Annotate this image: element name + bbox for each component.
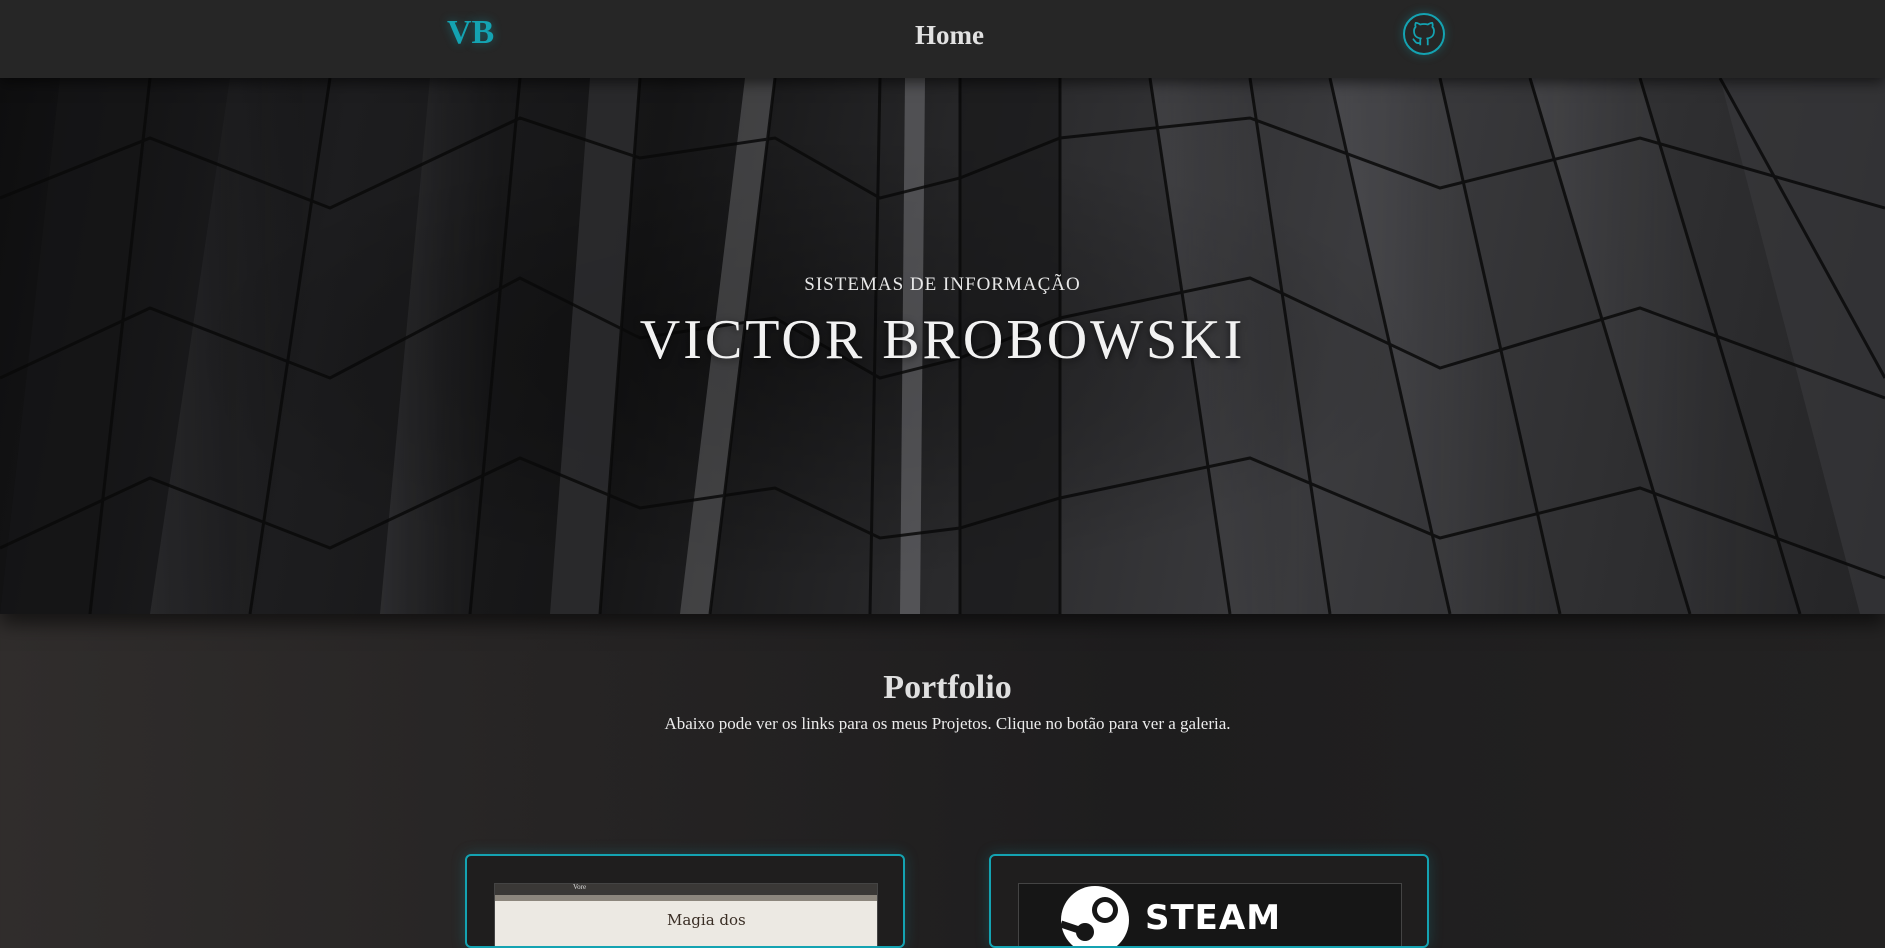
project-thumbnail: STEAM — [1018, 883, 1402, 946]
hero-subtitle: SISTEMAS DE INFORMAÇÃO — [804, 274, 1081, 295]
thumbnail-heading: Magia dos — [667, 911, 746, 929]
github-link[interactable] — [1403, 13, 1445, 55]
steam-logo-icon — [1059, 886, 1129, 946]
logo-link[interactable]: VB — [447, 14, 494, 52]
portfolio-heading: Portfolio — [883, 669, 1012, 706]
project-thumbnail: Vore Magia dos — [494, 883, 878, 946]
hero-title: VICTOR BROBOWSKI — [639, 309, 1246, 371]
thumbnail-site-name: Vore — [573, 883, 587, 891]
hero-banner: SISTEMAS DE INFORMAÇÃO VICTOR BROBOWSKI — [0, 78, 1885, 614]
portfolio-description: Abaixo pode ver os links para os meus Pr… — [664, 714, 1231, 733]
github-icon — [1412, 21, 1435, 46]
steam-wordmark: STEAM — [1145, 898, 1282, 938]
nav-home-link[interactable]: Home — [915, 20, 984, 51]
thumbnail-navbar — [495, 884, 877, 895]
project-card-magia[interactable]: Vore Magia dos — [465, 854, 905, 948]
thumbnail-subbar — [495, 895, 877, 901]
top-navbar: VB Home — [0, 0, 1885, 78]
project-card-steam[interactable]: STEAM — [989, 854, 1429, 948]
